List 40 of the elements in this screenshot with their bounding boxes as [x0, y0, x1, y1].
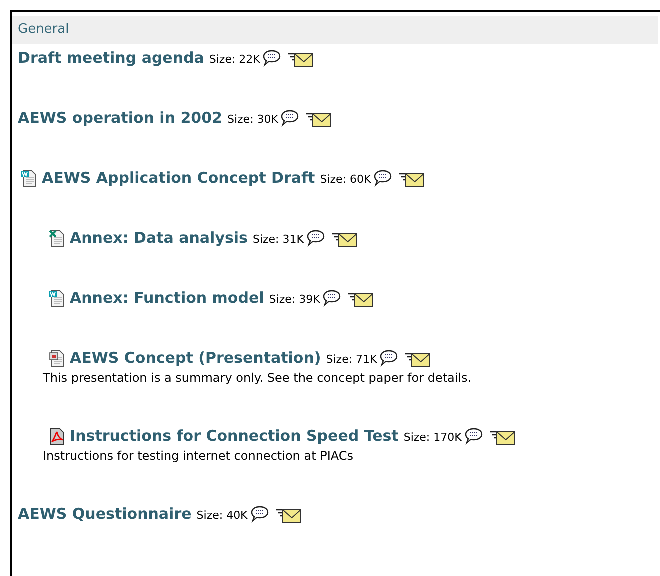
comment-bubble-icon[interactable]: [280, 110, 300, 128]
document-link[interactable]: AEWS Application Concept Draft: [42, 168, 316, 188]
document-link[interactable]: Instructions for Connection Speed Test: [70, 426, 399, 446]
file-size: Size: 22K: [209, 52, 260, 68]
file-size: Size: 30K: [227, 112, 278, 128]
word-document-icon: [21, 170, 39, 188]
document-link[interactable]: AEWS Questionnaire: [18, 504, 192, 524]
pdf-icon: [49, 428, 67, 446]
document-link[interactable]: AEWS operation in 2002: [18, 108, 222, 128]
file-size: Size: 170K: [404, 430, 462, 446]
email-envelope-icon[interactable]: [490, 430, 516, 446]
document-link[interactable]: AEWS Concept (Presentation): [70, 348, 322, 368]
file-size: Size: 31K: [252, 232, 304, 248]
file-size: Size: 40K: [196, 508, 248, 524]
comment-bubble-icon[interactable]: [373, 170, 394, 188]
document-link[interactable]: Annex: Data analysis: [70, 228, 248, 248]
comment-bubble-icon[interactable]: [306, 230, 326, 248]
email-envelope-icon[interactable]: [399, 172, 426, 188]
presentation-icon: [49, 350, 67, 368]
email-envelope-icon[interactable]: [276, 508, 302, 524]
spreadsheet-icon: [49, 230, 67, 248]
comment-bubble-icon[interactable]: [464, 428, 484, 446]
word-document-icon: [49, 290, 67, 308]
document-link[interactable]: Annex: Function model: [70, 288, 264, 308]
email-envelope-icon[interactable]: [288, 52, 314, 68]
email-envelope-icon[interactable]: [405, 352, 432, 368]
file-size: Size: 39K: [269, 292, 320, 308]
section-header: General: [12, 16, 658, 44]
document-description: Instructions for testing internet connection at PIACs: [43, 448, 354, 464]
comment-bubble-icon[interactable]: [250, 506, 270, 524]
email-envelope-icon[interactable]: [332, 232, 358, 248]
comment-bubble-icon[interactable]: [322, 290, 342, 308]
email-envelope-icon[interactable]: [348, 292, 374, 308]
file-size: Size: 60K: [320, 172, 372, 188]
comment-bubble-icon[interactable]: [379, 350, 400, 368]
document-description: This presentation is a summary only. See the concept paper for details.: [43, 370, 473, 386]
file-size: Size: 71K: [326, 352, 378, 368]
document-link[interactable]: Draft meeting agenda: [18, 48, 204, 68]
comment-bubble-icon[interactable]: [262, 50, 282, 68]
email-envelope-icon[interactable]: [306, 112, 332, 128]
